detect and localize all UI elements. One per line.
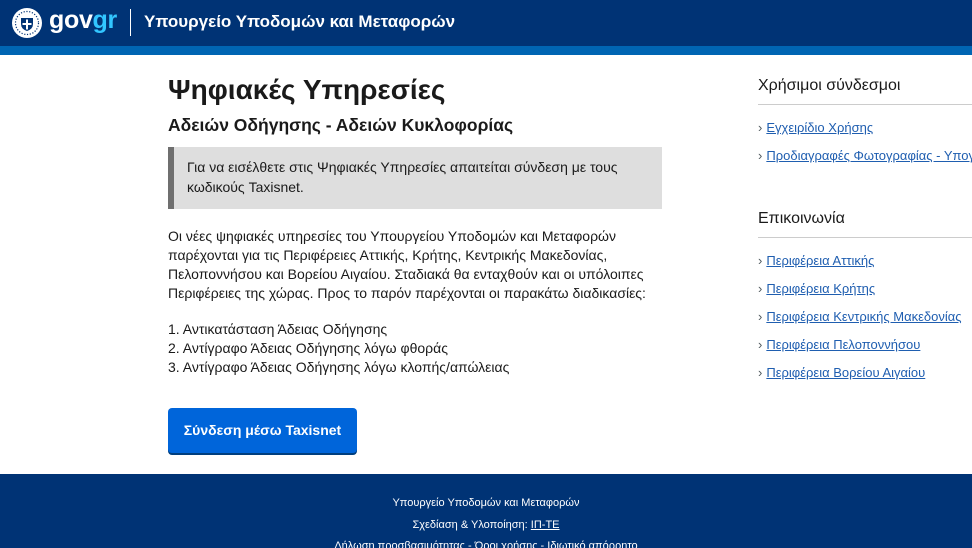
chevron-right-icon: ›	[758, 337, 763, 352]
greek-coat-of-arms-icon[interactable]	[12, 8, 42, 38]
contact-divider	[758, 237, 972, 238]
procedure-item: 1. Αντικατάσταση Άδειας Οδήγησης	[168, 321, 388, 337]
notice-line-2: κωδικούς Taxisnet.	[187, 179, 304, 195]
intro-line: Οι νέες ψηφιακές υπηρεσίες του Υπουργείο…	[168, 228, 616, 244]
footer-credits: Σχεδίαση & Υλοποίηση: ΙΠ-ΤΕ	[0, 519, 972, 531]
intro-line: Περιφέρειες της χώρας. Προς το παρόν παρ…	[168, 285, 646, 301]
link-text[interactable]: Εγχειρίδιο Χρήσης	[766, 120, 873, 135]
sidebar-link-crete[interactable]: › Περιφέρεια Κρήτης	[758, 281, 875, 296]
sidebar-link-photo-specs[interactable]: › Προδιαγραφές Φωτογραφίας - Υπογρ	[758, 148, 972, 163]
taxisnet-login-button[interactable]: Σύνδεση μέσω Taxisnet	[168, 408, 357, 453]
link-text[interactable]: Περιφέρεια Κρήτης	[766, 281, 875, 296]
chevron-right-icon: ›	[758, 281, 763, 296]
link-text[interactable]: Περιφέρεια Βορείου Αιγαίου	[766, 365, 925, 380]
intro-line: παρέχονται για τις Περιφέρειες Αττικής, …	[168, 247, 608, 263]
useful-links-heading: Χρήσιμοι σύνδεσμοι	[758, 77, 901, 94]
sidebar-link-central-macedonia[interactable]: › Περιφέρεια Κεντρικής Μακεδονίας	[758, 309, 962, 324]
procedure-item: 2. Αντίγραφο Άδειας Οδήγησης λόγω φθοράς	[168, 340, 448, 356]
chevron-right-icon: ›	[758, 309, 763, 324]
intro-line: Πελοποννήσου και Βορείου Αιγαίου. Σταδια…	[168, 266, 644, 282]
footer-design-link[interactable]: ΙΠ-ΤΕ	[531, 519, 560, 531]
useful-links-divider	[758, 104, 972, 105]
site-header: govgr Υπουργείο Υποδομών και Μεταφορών	[0, 0, 972, 46]
procedures-list: 1. Αντικατάσταση Άδειας Οδήγησης 2. Αντί…	[168, 320, 509, 377]
footer-legal-links[interactable]: Δήλωση προσβασιμότητας - Όροι χρήσης - Ι…	[0, 540, 972, 548]
taxisnet-notice: Για να εισέλθετε στις Ψηφιακές Υπηρεσίες…	[168, 147, 662, 209]
notice-line-1: Για να εισέλθετε στις Ψηφιακές Υπηρεσίες…	[187, 159, 618, 175]
footer-design-label: Σχεδίαση & Υλοποίηση:	[412, 519, 528, 531]
site-footer: Υπουργείο Υποδομών και Μεταφορών Σχεδίασ…	[0, 474, 972, 548]
link-text[interactable]: Περιφέρεια Κεντρικής Μακεδονίας	[766, 309, 961, 324]
header-stripe	[0, 46, 972, 55]
sidebar-link-peloponnese[interactable]: › Περιφέρεια Πελοποννήσου	[758, 337, 920, 352]
logo-gr: gr	[92, 6, 118, 34]
sidebar-link-north-aegean[interactable]: › Περιφέρεια Βορείου Αιγαίου	[758, 365, 925, 380]
footer-ministry: Υπουργείο Υποδομών και Μεταφορών	[392, 497, 580, 509]
link-text[interactable]: Προδιαγραφές Φωτογραφίας - Υπογρ	[766, 148, 972, 163]
intro-paragraph: Οι νέες ψηφιακές υπηρεσίες του Υπουργείο…	[168, 227, 668, 303]
link-text[interactable]: Περιφέρεια Πελοποννήσου	[766, 337, 920, 352]
logo-gov: gov	[49, 6, 93, 34]
sidebar-link-user-manual[interactable]: › Εγχειρίδιο Χρήσης	[758, 120, 873, 135]
procedure-item: 3. Αντίγραφο Άδειας Οδήγησης λόγω κλοπής…	[168, 359, 510, 375]
contact-heading: Επικοινωνία	[758, 210, 845, 227]
chevron-right-icon: ›	[758, 148, 763, 163]
govgr-logo[interactable]: govgr	[49, 6, 117, 35]
sidebar-link-attica[interactable]: › Περιφέρεια Αττικής	[758, 253, 874, 268]
chevron-right-icon: ›	[758, 120, 763, 135]
page-subtitle: Αδειών Οδήγησης - Αδειών Κυκλοφορίας	[168, 115, 514, 135]
header-divider	[130, 9, 131, 36]
chevron-right-icon: ›	[758, 365, 763, 380]
chevron-right-icon: ›	[758, 253, 763, 268]
page-title: Ψηφιακές Υπηρεσίες	[168, 74, 446, 105]
link-text[interactable]: Περιφέρεια Αττικής	[766, 253, 874, 268]
ministry-title: Υπουργείο Υποδομών και Μεταφορών	[144, 12, 456, 31]
